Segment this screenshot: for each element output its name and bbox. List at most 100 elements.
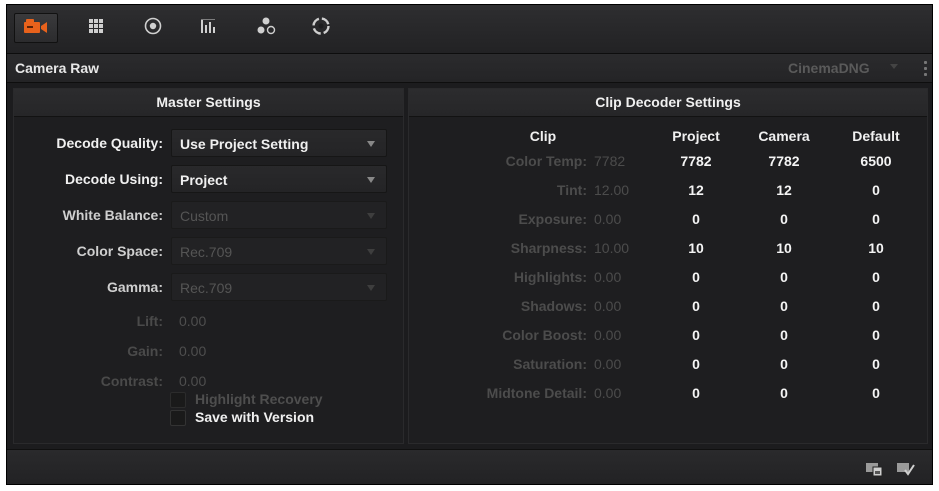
clip-value[interactable]: 12.00 <box>594 182 629 198</box>
clip-decoder-title: Clip Decoder Settings <box>409 89 927 117</box>
aperture-icon <box>312 16 330 40</box>
default-value: 6500 <box>860 153 892 169</box>
decode-using-label: Decode Using: <box>64 171 163 187</box>
project-value: 0 <box>692 327 700 343</box>
contrast-value[interactable]: 0.00 <box>179 373 206 389</box>
column-header-clip: Clip <box>529 128 557 144</box>
decoder-row-label: Tint: <box>556 182 587 198</box>
chevron-down-icon <box>367 249 375 255</box>
contrast-label: Contrast: <box>100 373 163 389</box>
white-balance-value: Custom <box>180 208 229 224</box>
chevron-down-icon <box>367 141 375 147</box>
project-value: 12 <box>688 182 704 198</box>
raw-format-value: CinemaDNG <box>788 60 870 76</box>
camera-icon <box>23 18 49 39</box>
project-value: 0 <box>692 269 700 285</box>
clip-decoder-panel: Clip Decoder Settings Clip Project Camer… <box>408 88 928 444</box>
color-space-label: Color Space: <box>76 243 163 259</box>
color-space-row: Color Space: Rec.709 <box>14 237 403 265</box>
nodes-tab[interactable] <box>244 13 288 43</box>
save-with-version-checkbox[interactable] <box>170 410 186 426</box>
scopes-tab[interactable] <box>187 13 231 43</box>
camera-raw-header: Camera Raw CinemaDNG <box>7 54 932 83</box>
panel-title: Camera Raw <box>15 60 100 76</box>
default-value: 0 <box>872 269 880 285</box>
clip-value[interactable]: 7782 <box>594 153 625 169</box>
target-icon <box>144 17 162 40</box>
white-balance-row: White Balance: Custom <box>14 201 403 229</box>
master-settings-panel: Master Settings Decode Quality: Use Proj… <box>13 88 404 444</box>
gain-value[interactable]: 0.00 <box>179 343 206 359</box>
default-value: 0 <box>872 211 880 227</box>
media-grid-tab[interactable] <box>74 13 118 43</box>
nodes-icon <box>256 17 276 40</box>
decoder-row-label: Highlights: <box>513 269 587 285</box>
clip-value[interactable]: 0.00 <box>594 327 621 343</box>
color-space-select[interactable]: Rec.709 <box>171 237 387 265</box>
decode-quality-value: Use Project Setting <box>180 136 309 152</box>
panel-footer <box>7 449 932 484</box>
decoder-row-label: Color Boost: <box>502 327 587 343</box>
gain-label: Gain: <box>127 343 163 359</box>
aperture-tab[interactable] <box>299 13 343 43</box>
column-header-default: Default <box>852 128 900 144</box>
camera-tab[interactable] <box>14 13 58 43</box>
chevron-down-icon <box>367 213 375 219</box>
options-menu-icon[interactable] <box>924 61 928 77</box>
white-balance-label: White Balance: <box>62 207 163 223</box>
decoder-row: Midtone Detail: 0.00 0 0 0 <box>409 385 927 409</box>
decoder-row: Color Temp: 7782 7782 7782 6500 <box>409 153 927 177</box>
apply-check-icon[interactable] <box>896 461 916 476</box>
clip-value[interactable]: 0.00 <box>594 298 621 314</box>
gamma-row: Gamma: Rec.709 <box>14 273 403 301</box>
gamma-select[interactable]: Rec.709 <box>171 273 387 301</box>
white-balance-select[interactable]: Custom <box>171 201 387 229</box>
camera-value: 0 <box>780 327 788 343</box>
clip-value[interactable]: 0.00 <box>594 269 621 285</box>
raw-format-select[interactable]: CinemaDNG <box>782 58 924 78</box>
column-header-project: Project <box>672 128 720 144</box>
default-value: 10 <box>868 240 884 256</box>
decoder-row-label: Midtone Detail: <box>486 385 587 401</box>
highlight-recovery-checkbox[interactable] <box>170 392 186 408</box>
default-value: 0 <box>872 327 880 343</box>
decoder-row: Tint: 12.00 12 12 0 <box>409 182 927 206</box>
clip-value[interactable]: 0.00 <box>594 211 621 227</box>
gamma-value: Rec.709 <box>180 280 233 296</box>
decode-using-select[interactable]: Project <box>171 165 387 193</box>
decode-quality-select[interactable]: Use Project Setting <box>171 129 387 157</box>
camera-value: 0 <box>780 269 788 285</box>
project-value: 0 <box>692 356 700 372</box>
lift-value[interactable]: 0.00 <box>179 313 206 329</box>
camera-value: 10 <box>776 240 792 256</box>
camera-value: 0 <box>780 298 788 314</box>
master-settings-title: Master Settings <box>14 89 403 117</box>
clip-value[interactable]: 0.00 <box>594 385 621 401</box>
page-toolbar <box>7 5 932 54</box>
gain-row: Gain: 0.00 <box>14 337 403 365</box>
highlight-recovery-label: Highlight Recovery <box>195 391 323 407</box>
lift-row: Lift: 0.00 <box>14 307 403 335</box>
chevron-down-icon <box>890 64 898 69</box>
target-tab[interactable] <box>131 13 175 43</box>
bars-icon <box>200 18 218 39</box>
clip-value[interactable]: 10.00 <box>594 240 629 256</box>
copy-to-clip-icon[interactable] <box>865 461 885 477</box>
decode-quality-label: Decode Quality: <box>56 135 163 151</box>
decoder-row: Color Boost: 0.00 0 0 0 <box>409 327 927 351</box>
decoder-row: Saturation: 0.00 0 0 0 <box>409 356 927 380</box>
decoder-row: Sharpness: 10.00 10 10 10 <box>409 240 927 264</box>
clip-value[interactable]: 0.00 <box>594 356 621 372</box>
column-header-camera: Camera <box>758 128 810 144</box>
lift-label: Lift: <box>136 313 163 329</box>
default-value: 0 <box>872 356 880 372</box>
camera-value: 0 <box>780 211 788 227</box>
project-value: 0 <box>692 211 700 227</box>
project-value: 7782 <box>680 153 712 169</box>
chevron-down-icon <box>367 285 375 291</box>
decoder-row-label: Shadows: <box>520 298 587 314</box>
save-with-version-label: Save with Version <box>195 409 315 425</box>
decoder-row-label: Color Temp: <box>505 153 587 169</box>
chevron-down-icon <box>367 177 375 183</box>
camera-value: 7782 <box>768 153 800 169</box>
